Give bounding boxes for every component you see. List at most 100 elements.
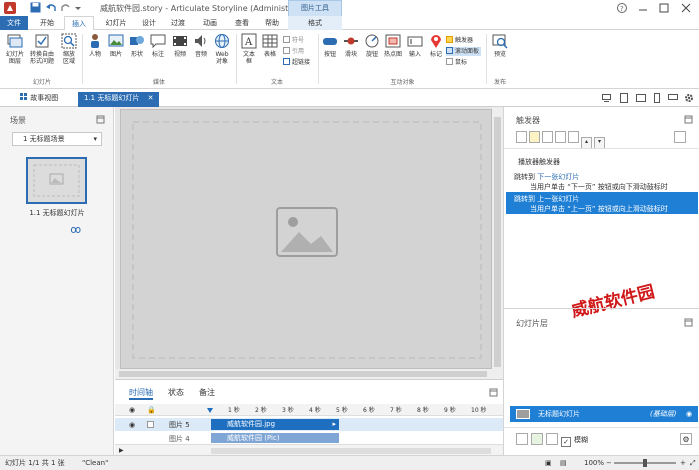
delete-trigger-icon[interactable] — [568, 131, 579, 143]
tab-transitions[interactable]: 过渡 — [164, 16, 192, 30]
textbox-button[interactable]: A 文本 框 — [239, 33, 259, 65]
qa-dropdown-icon[interactable] — [74, 2, 82, 13]
new-trigger-icon[interactable] — [516, 131, 527, 143]
convert-freeform-button[interactable]: 转换自由 形式问题 — [28, 33, 56, 65]
layer-settings-gear-icon[interactable]: ⚙ — [680, 433, 692, 445]
base-layer-eye-icon[interactable]: ◉ — [686, 406, 692, 422]
slide-layer-button[interactable]: 幻灯片 图层 — [4, 33, 26, 65]
layout-phone-landscape-icon[interactable] — [668, 94, 678, 100]
marker-button[interactable]: 标记 — [426, 33, 446, 58]
tab-design[interactable]: 设计 — [136, 16, 162, 30]
triggers-pin-icon[interactable] — [684, 115, 693, 124]
delete-layer-icon[interactable] — [546, 433, 558, 445]
web-object-button[interactable]: Web 对象 — [212, 33, 232, 65]
help-icon[interactable]: ? — [616, 2, 628, 14]
audio-button[interactable]: 音频 — [191, 33, 211, 58]
close-icon[interactable] — [680, 2, 692, 14]
timeline-row[interactable]: 图片 4 威航软件园 (Pic) — [115, 432, 503, 443]
picture-button[interactable]: 图片 — [106, 33, 126, 58]
close-tab-icon[interactable]: ✕ — [148, 94, 154, 102]
timeline-play-icon[interactable]: ▶ — [119, 447, 124, 454]
tab-states[interactable]: 状态 — [168, 387, 184, 398]
slide-tab[interactable]: 1.1 无标题幻灯片 ✕ — [78, 92, 160, 107]
fit-view-icon[interactable]: ▣ — [545, 456, 552, 470]
new-layer-icon[interactable] — [516, 433, 528, 445]
canvas-horizontal-scrollbar[interactable] — [115, 369, 492, 379]
layout-tablet-landscape-icon[interactable] — [636, 94, 646, 102]
zoom-slider[interactable] — [614, 459, 676, 467]
scrollbar-thumb[interactable] — [494, 117, 501, 367]
trigger-button[interactable]: 触发器 — [446, 36, 473, 45]
hyperlink-button[interactable]: 超链接 — [283, 58, 310, 67]
trigger-item[interactable]: 跳转到 下一张幻灯片 当用户单击 “下一页” 按钮或向下滑动鼓标时 — [510, 170, 698, 192]
symbol-button[interactable]: 符号 — [283, 36, 304, 45]
paste-trigger-icon[interactable] — [555, 131, 566, 143]
layers-pin-icon[interactable] — [684, 318, 693, 327]
video-button[interactable]: 视频 — [170, 33, 190, 58]
hscrollbar-thumb[interactable] — [119, 371, 487, 377]
edit-trigger-icon[interactable] — [529, 131, 540, 143]
tab-view[interactable]: 查看 — [228, 16, 256, 30]
trigger-item-selected[interactable]: 跳转到 上一张幻灯片 当用户单击 “上一页” 按钮或向上滑动鼓标时 — [506, 192, 698, 214]
canvas-vertical-scrollbar[interactable] — [492, 107, 503, 379]
input-button[interactable]: 输入 — [405, 33, 425, 58]
slide-thumbnail[interactable] — [26, 157, 87, 204]
hotspot-button[interactable]: 热点图 — [382, 33, 404, 58]
mouse-button[interactable]: 鼠标 — [446, 58, 467, 67]
tab-animations[interactable]: 动画 — [196, 16, 224, 30]
scroll-panel-button[interactable]: 滚动面板 — [446, 47, 482, 56]
dial-button[interactable]: 旋钮 — [362, 33, 382, 58]
dim-checkbox[interactable]: ✓ — [561, 437, 571, 447]
undo-icon[interactable] — [46, 2, 57, 13]
row-bar[interactable]: 威航软件园 (Pic) — [211, 433, 339, 443]
timeline-hscroll[interactable] — [211, 448, 491, 454]
zoom-in-icon[interactable]: + — [680, 456, 686, 470]
layout-tablet-icon[interactable] — [620, 93, 628, 103]
scene-selector[interactable]: 1 无标题场景 ▾ — [12, 132, 102, 146]
table-button[interactable]: 表格 — [260, 33, 280, 58]
base-layer-row[interactable]: 无标题幻灯片 (基础层) ◉ — [510, 406, 698, 422]
playhead-icon[interactable] — [207, 408, 213, 413]
slide-picture-placeholder[interactable] — [120, 109, 492, 369]
tab-help[interactable]: 帮助 — [258, 16, 286, 30]
timeline-row[interactable]: ◉ 图片 5 威航软件园.jpg ▸ — [115, 418, 503, 431]
minimize-icon[interactable] — [637, 2, 649, 14]
slider-button[interactable]: 滑块 — [341, 33, 361, 58]
tab-timeline[interactable]: 时间轴 — [129, 387, 153, 400]
row-lock-checkbox[interactable] — [147, 421, 154, 428]
trigger-target-link[interactable]: 上一张幻灯片 — [537, 195, 579, 203]
shape-button[interactable]: 形状 — [127, 33, 147, 58]
layout-phone-icon[interactable] — [654, 93, 660, 103]
character-button[interactable]: 人物 — [85, 33, 105, 58]
trigger-settings-icon[interactable] — [674, 131, 686, 143]
zoom-slider-thumb[interactable] — [643, 459, 647, 467]
zoom-region-button[interactable]: 缩放 区域 — [58, 33, 80, 65]
redo-icon[interactable] — [60, 2, 71, 13]
story-view-tab[interactable]: 故事视图 — [14, 92, 64, 107]
tab-home[interactable]: 开始 — [32, 16, 62, 30]
panel-pin-icon[interactable] — [96, 115, 105, 124]
tab-file[interactable]: 文件 — [0, 16, 28, 30]
copy-trigger-icon[interactable] — [542, 131, 553, 143]
row-visible-icon[interactable]: ◉ — [129, 421, 135, 429]
caption-button[interactable]: 标注 — [148, 33, 168, 58]
save-icon[interactable] — [30, 2, 41, 13]
row-bar[interactable]: 威航软件园.jpg ▸ — [211, 419, 339, 430]
duplicate-layer-icon[interactable] — [531, 433, 543, 445]
reference-button[interactable]: 引用 — [283, 47, 304, 56]
link-icon[interactable] — [71, 227, 81, 233]
normal-view-icon[interactable]: ▤ — [560, 456, 567, 470]
fit-window-icon[interactable]: ⤢ — [690, 456, 696, 470]
button-button[interactable]: 按钮 — [320, 33, 340, 58]
maximize-icon[interactable] — [658, 2, 670, 14]
trigger-target-link[interactable]: 下一张幻灯片 — [537, 173, 579, 181]
tab-format[interactable]: 格式 — [288, 16, 342, 30]
settings-gear-icon[interactable] — [684, 93, 694, 103]
zoom-out-icon[interactable]: − — [606, 456, 612, 470]
preview-button[interactable]: 预览 — [489, 33, 511, 58]
tab-notes[interactable]: 备注 — [199, 387, 215, 398]
timeline-pin-icon[interactable] — [489, 388, 498, 397]
tab-insert[interactable]: 插入 — [64, 16, 94, 31]
layout-desktop-icon[interactable] — [602, 94, 611, 102]
tab-slides[interactable]: 幻灯片 — [98, 16, 134, 30]
